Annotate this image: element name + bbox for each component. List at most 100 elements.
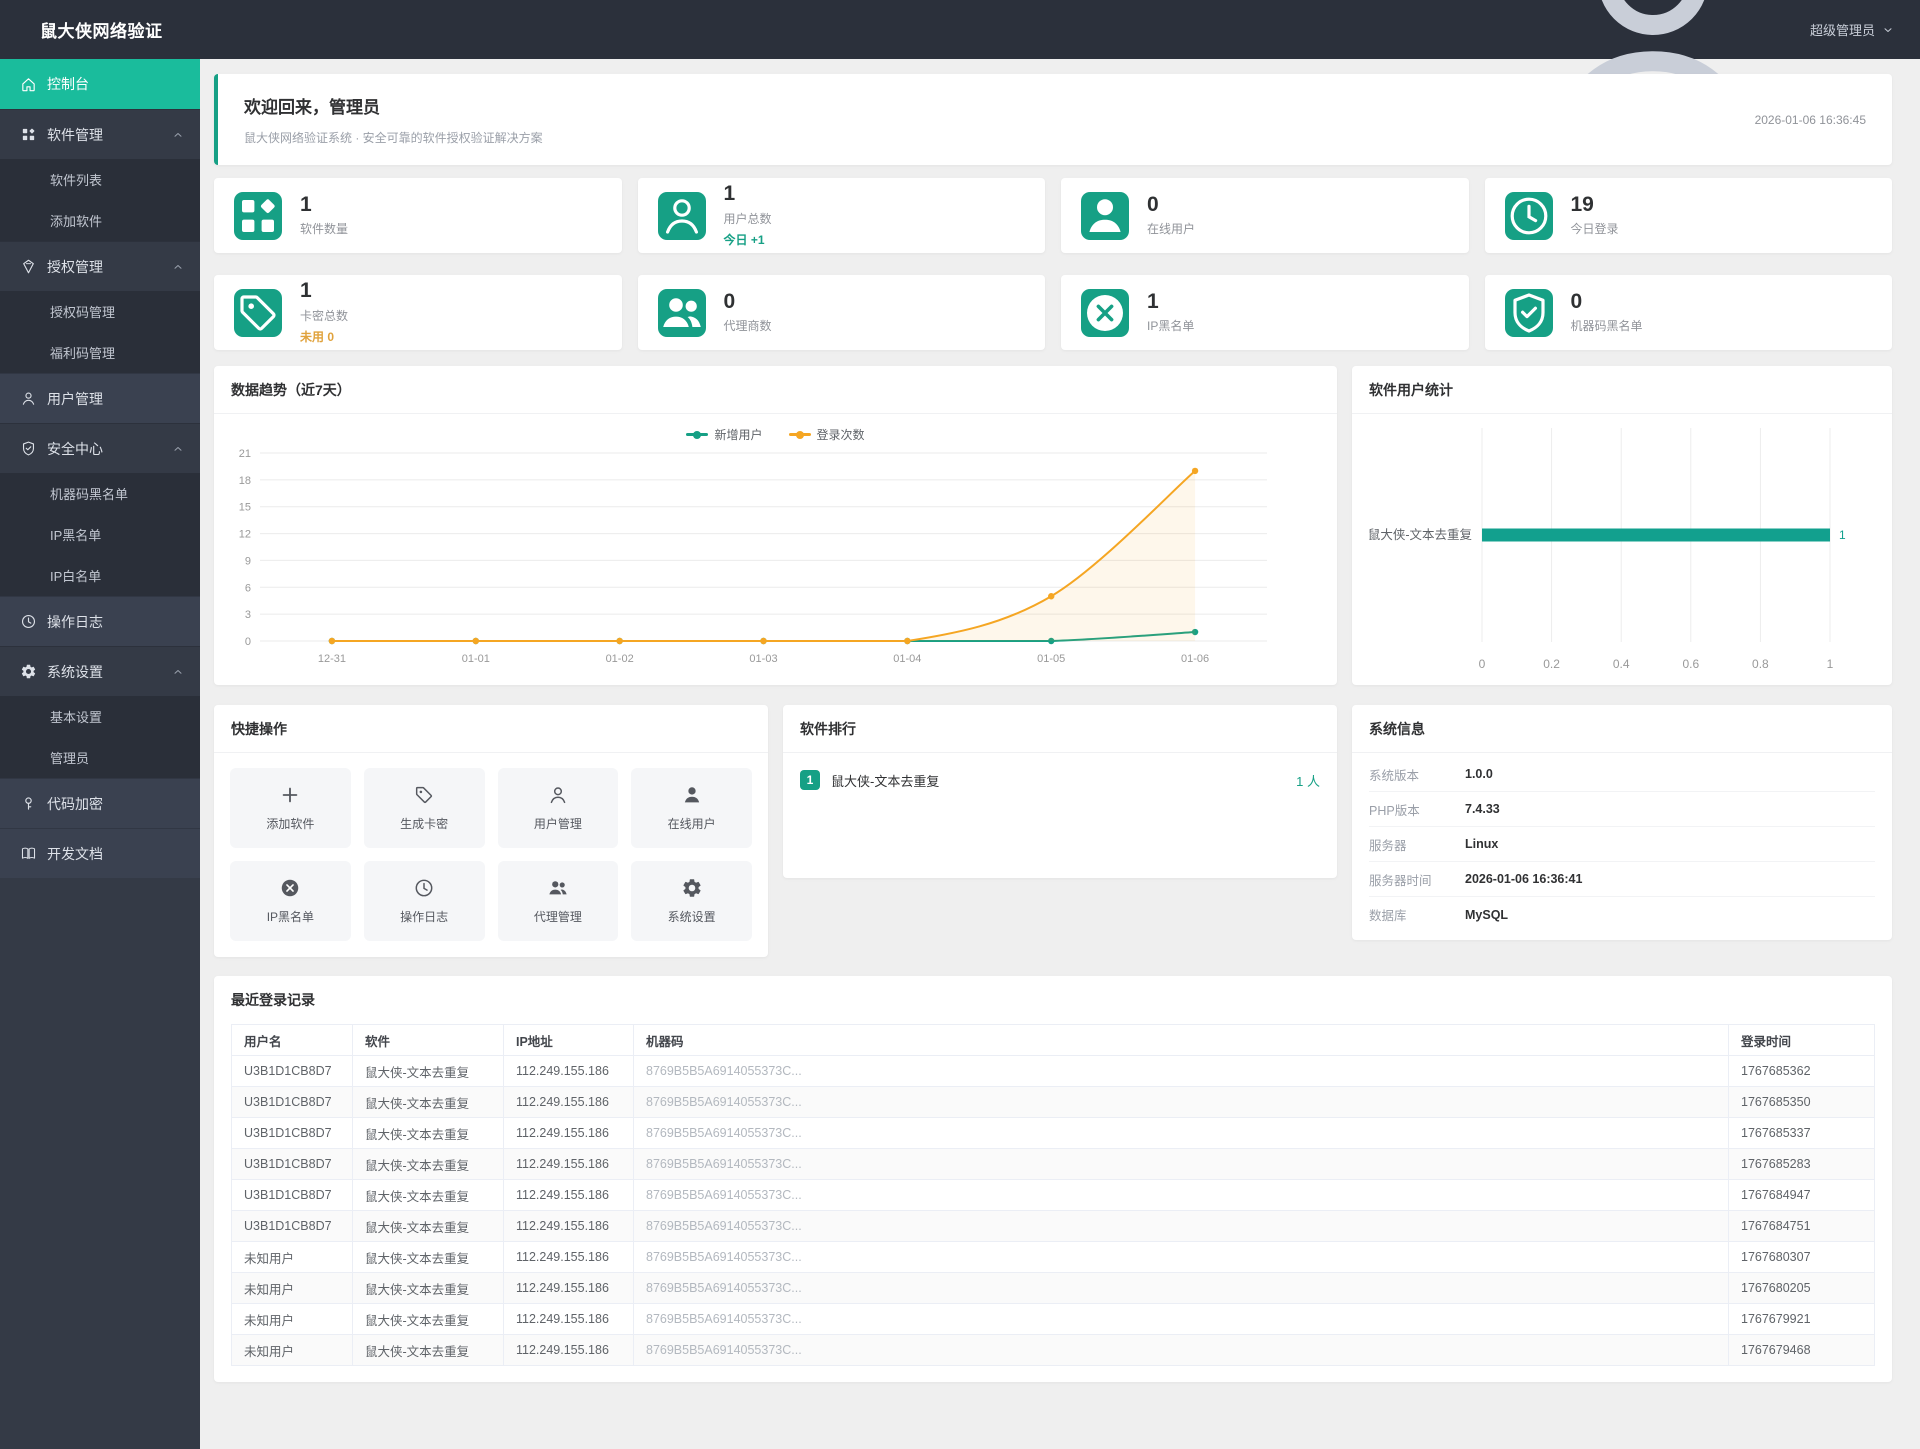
table-cell: 112.249.155.186 [503, 1241, 634, 1273]
quick-action-generate-card[interactable]: 生成卡密 [363, 768, 485, 848]
quick-action-user-management[interactable]: 用户管理 [497, 768, 619, 848]
sidebar-item-operation-log[interactable]: 操作日志 [0, 596, 200, 646]
stat-texts: 1 用户总数 今日 +1 [724, 183, 772, 247]
table-cell: 未知用户 [231, 1272, 353, 1304]
sidebar-item-label: 系统设置 [47, 663, 103, 680]
topbar: 鼠大侠网络验证 超级管理员 [0, 0, 1920, 140]
shield-check-icon [20, 440, 37, 457]
sidebar-item-ip-blacklist[interactable]: IP黑名单 [0, 514, 200, 555]
system-info-card: 系统信息 系统版本 1.0.0 PHP版本 7.4.33 服务器 Linux 服务器时间 20… [1352, 705, 1892, 940]
stat-extra: 今日 +1 [723, 232, 765, 247]
quick-action-label: 用户管理 [533, 817, 582, 831]
svg-text:鼠大侠-文本去重复: 鼠大侠-文本去重复 [1368, 527, 1473, 542]
system-info-rows: 系统版本 1.0.0 PHP版本 7.4.33 服务器 Linux 服务器时间 2026-01… [1352, 753, 1892, 940]
system-info-title: 系统信息 [1352, 705, 1892, 753]
software-user-chart-title: 软件用户统计 [1352, 366, 1892, 414]
software-ranking-card: 软件排行 1 鼠大侠-文本去重复 1 人 [783, 705, 1337, 878]
sidebar-item-add-software[interactable]: 添加软件 [0, 200, 200, 241]
quick-action-add-software[interactable]: 添加软件 [230, 768, 351, 848]
gear-icon [20, 663, 37, 680]
sidebar-item-basic-settings[interactable]: 基本设置 [0, 696, 200, 737]
sidebar-item-user-management[interactable]: 用户管理 [0, 373, 200, 423]
sidebar-item-label: 授权管理 [47, 258, 103, 275]
table-row: U3B1D1CB8D7 鼠大侠-文本去重复 112.249.155.186 8769B… [231, 1148, 1875, 1180]
stat-value: 0 [723, 289, 736, 313]
stat-card-card-total: 1 卡密总数 未用 0 [214, 275, 622, 350]
table-cell: U3B1D1CB8D7 [231, 1210, 353, 1242]
info-label: 系统版本 [1369, 768, 1420, 783]
sidebar-submenu-security-center: 机器码黑名单 IP黑名单 IP白名单 [0, 473, 200, 596]
table-cell: 8769B5B5A6914055373C... [633, 1334, 1729, 1366]
tag-icon [234, 288, 282, 337]
quick-action-operation-log[interactable]: 操作日志 [363, 861, 485, 941]
stat-texts: 0 机器码黑名单 [1570, 289, 1643, 334]
sidebar-item-software-list[interactable]: 软件列表 [0, 159, 200, 200]
sidebar-item-license-code-management[interactable]: 授权码管理 [0, 291, 200, 332]
stat-texts: 19 今日登录 [1571, 193, 1619, 237]
table-cell: 未知用户 [231, 1241, 353, 1273]
table-cell: 鼠大侠-文本去重复 [352, 1179, 504, 1211]
table-cell: 8769B5B5A6914055373C... [633, 1210, 1729, 1242]
mid-row: 快捷操作 添加软件 生成卡密 用户管理 在线用户 IP黑名单 操作日志 代理管理 系统设置 软… [214, 705, 1892, 957]
column-header: IP地址 [503, 1024, 634, 1056]
quick-action-system-settings[interactable]: 系统设置 [631, 861, 752, 941]
welcome-subtitle: 鼠大侠网络验证系统 · 安全可靠的软件授权验证解决方案 [244, 131, 543, 145]
table-header-row: 用户名 软件 IP地址 机器码 登录时间 [231, 1024, 1875, 1056]
stat-value: 0 [1570, 289, 1583, 313]
users-icon [547, 877, 569, 899]
sidebar-item-welfare-code-management[interactable]: 福利码管理 [0, 332, 200, 373]
svg-text:6: 6 [245, 582, 251, 594]
table-cell: 1767685350 [1728, 1086, 1875, 1118]
table-cell: 1767680307 [1728, 1241, 1875, 1273]
table-row: U3B1D1CB8D7 鼠大侠-文本去重复 112.249.155.186 8769B… [231, 1117, 1875, 1149]
sidebar-item-license-management[interactable]: 授权管理 [0, 241, 200, 291]
stat-label: 机器码黑名单 [1570, 319, 1643, 334]
sidebar-item-machine-code-blacklist[interactable]: 机器码黑名单 [0, 473, 200, 514]
sidebar-item-security-center[interactable]: 安全中心 [0, 423, 200, 473]
legend-mark [686, 430, 709, 439]
table-row: U3B1D1CB8D7 鼠大侠-文本去重复 112.249.155.186 8769B… [231, 1055, 1875, 1087]
table-cell: 鼠大侠-文本去重复 [352, 1303, 504, 1335]
recent-logins-title: 最近登录记录 [231, 992, 315, 1008]
tag-icon [413, 784, 435, 806]
sidebar-item-dev-docs[interactable]: 开发文档 [0, 828, 200, 878]
table-row: 未知用户 鼠大侠-文本去重复 112.249.155.186 8769B5B5A691… [231, 1303, 1875, 1335]
clock-icon [1504, 191, 1553, 240]
quick-action-agent-management[interactable]: 代理管理 [497, 861, 619, 941]
sidebar-item-console[interactable]: 控制台 [0, 59, 200, 109]
table-cell: 8769B5B5A6914055373C... [633, 1148, 1729, 1180]
stat-label: 在线用户 [1147, 222, 1196, 237]
stat-card-today-logins: 19 今日登录 [1484, 178, 1892, 253]
user-icon [20, 390, 37, 407]
sidebar-item-system-settings[interactable]: 系统设置 [0, 646, 200, 696]
sidebar-item-code-encryption[interactable]: 代码加密 [0, 778, 200, 828]
info-label: 数据库 [1369, 909, 1407, 923]
info-label: PHP版本 [1369, 803, 1420, 818]
table-cell: 8769B5B5A6914055373C... [633, 1303, 1729, 1335]
svg-text:01-02: 01-02 [606, 653, 634, 665]
legend-item[interactable]: 新增用户 [686, 426, 763, 443]
svg-text:9: 9 [245, 555, 251, 567]
table-cell: U3B1D1CB8D7 [231, 1117, 353, 1149]
stat-label: 用户总数 [723, 211, 772, 226]
ranking-row: 1 鼠大侠-文本去重复 1 人 [783, 753, 1337, 807]
sidebar-item-software-management[interactable]: 软件管理 [0, 109, 200, 159]
stat-label: IP黑名单 [1147, 319, 1195, 334]
trend-line-chart: 0 3 6 9 12 15 18 21 12-31 01-01 01-02 01-03 01-04 01-… [239, 448, 1267, 665]
info-value: MySQL [1465, 907, 1509, 922]
quick-action-label: 操作日志 [400, 910, 449, 924]
table-cell: 1767679921 [1728, 1303, 1875, 1335]
svg-text:21: 21 [239, 448, 251, 460]
legend-item[interactable]: 登录次数 [788, 426, 865, 443]
stats-grid: 1 软件数量 1 用户总数 今日 +1 0 在线用户 19 今日登录 1 卡密总数 未用 0 0 代理商数… [214, 178, 1892, 350]
stat-card-ip-blacklist-count: 1 IP黑名单 [1061, 275, 1469, 350]
quick-action-online-users[interactable]: 在线用户 [631, 768, 752, 848]
sidebar-item-ip-whitelist[interactable]: IP白名单 [0, 555, 200, 596]
column-header: 机器码 [633, 1024, 1729, 1056]
table-cell: 112.249.155.186 [503, 1334, 634, 1366]
trend-chart-card: 数据趋势（近7天） 新增用户 登录次数 0 3 6 9 12 15 18 21 12-31 01-0… [214, 366, 1337, 685]
quick-action-ip-blacklist[interactable]: IP黑名单 [230, 861, 351, 941]
table-row: U3B1D1CB8D7 鼠大侠-文本去重复 112.249.155.186 8769B… [231, 1086, 1875, 1118]
sidebar-item-administrator[interactable]: 管理员 [0, 737, 200, 778]
app-title: 鼠大侠网络验证 [40, 22, 163, 41]
